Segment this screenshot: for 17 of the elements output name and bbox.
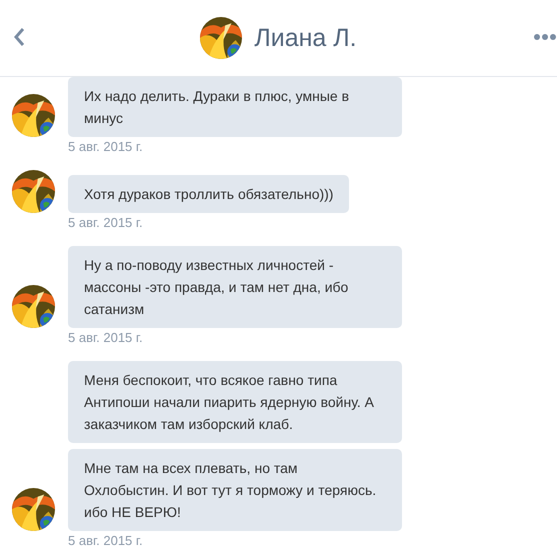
avatar: [200, 17, 242, 59]
avatar: [12, 170, 55, 213]
avatar: [12, 488, 55, 531]
message-date: 5 авг. 2015 г.: [68, 139, 144, 155]
message-bubble: Меня беспокоит, что всякое гавно типа Антипоши начали пиарить ядерную войну. А заказчиком там изборский клаб.: [68, 361, 402, 443]
message-date: 5 авг. 2015 г.: [68, 215, 144, 231]
avatar: [12, 285, 55, 328]
contact-name: Лиана Л.: [254, 24, 357, 52]
message-bubble: Хотя дураков троллить обязательно))): [68, 175, 350, 213]
more-icon[interactable]: [533, 33, 557, 41]
message-bubble: Ну а по-поводу известных личностей - массоны -это правда, и там нет дна, ибо сатанизм: [68, 246, 402, 328]
message-bubble: Мне там на всех плевать, но там Охлобыстин. И вот тут я торможу и теряюсь. ибо НЕ ВЕРЮ!: [68, 449, 402, 531]
message-bubble: Их надо делить. Дураки в плюс, умные в минус: [68, 77, 402, 137]
back-icon[interactable]: [12, 26, 26, 48]
message-date: 5 авг. 2015 г.: [68, 533, 144, 549]
message-date: 5 авг. 2015 г.: [68, 330, 144, 346]
avatar: [12, 94, 55, 137]
